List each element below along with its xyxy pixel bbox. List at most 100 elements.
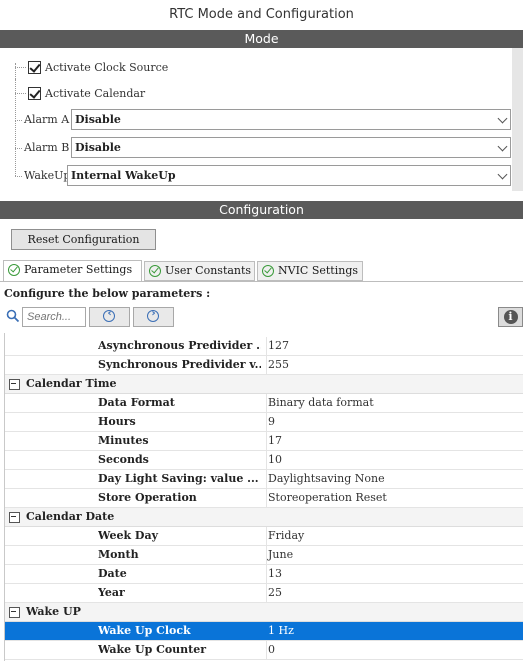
tree-line bbox=[15, 148, 16, 176]
param-value[interactable]: 127 bbox=[266, 337, 523, 355]
param-value[interactable]: 13 bbox=[266, 565, 523, 583]
reset-configuration-button[interactable]: Reset Configuration bbox=[11, 229, 156, 250]
param-value[interactable]: 0 bbox=[266, 641, 523, 659]
search-input[interactable] bbox=[22, 307, 86, 327]
table-row[interactable]: Year 25 bbox=[5, 584, 523, 603]
table-row[interactable]: Asynchronous Predivider ... 127 bbox=[5, 337, 523, 356]
collapse-icon[interactable] bbox=[9, 607, 20, 618]
table-row[interactable]: Data Format Binary data format bbox=[5, 394, 523, 413]
param-value[interactable]: 17 bbox=[266, 432, 523, 450]
tree-line bbox=[15, 63, 16, 79]
check-circle-icon bbox=[8, 264, 20, 276]
param-value[interactable]: Storeoperation Reset bbox=[266, 489, 523, 507]
alarm-a-select[interactable]: Disable bbox=[71, 109, 511, 130]
param-name: Wake Up Clock bbox=[98, 624, 191, 637]
tree-line bbox=[15, 120, 16, 148]
group-label: Calendar Time bbox=[26, 377, 117, 390]
param-value[interactable]: Binary data format bbox=[266, 394, 523, 412]
check-circle-icon bbox=[149, 265, 161, 277]
chevron-down-icon bbox=[497, 141, 508, 152]
table-row-selected[interactable]: Wake Up Clock 1 Hz bbox=[5, 622, 523, 641]
table-row[interactable]: Month June bbox=[5, 546, 523, 565]
tree-line bbox=[15, 67, 26, 68]
tab-label: NVIC Settings bbox=[278, 264, 359, 277]
param-name: Asynchronous Predivider ... bbox=[98, 339, 261, 352]
tab-user-constants[interactable]: User Constants bbox=[144, 261, 255, 281]
divider bbox=[0, 191, 523, 201]
param-value[interactable]: 25 bbox=[266, 584, 523, 602]
alarm-b-value: Disable bbox=[75, 141, 121, 154]
info-icon: i bbox=[503, 310, 518, 324]
alarm-b-select[interactable]: Disable bbox=[71, 137, 511, 158]
alarm-b-label: Alarm B bbox=[24, 141, 70, 154]
param-name: Minutes bbox=[98, 434, 149, 447]
param-name: Day Light Saving: value ... bbox=[98, 472, 259, 485]
alarm-a-label: Alarm A bbox=[24, 113, 70, 126]
param-value[interactable]: 9 bbox=[266, 413, 523, 431]
activate-clock-source-label: Activate Clock Source bbox=[45, 61, 169, 74]
mode-scrollbar[interactable] bbox=[512, 48, 523, 191]
configuration-section-header: Configuration bbox=[0, 201, 523, 219]
table-row[interactable]: Minutes 17 bbox=[5, 432, 523, 451]
tree-line bbox=[15, 93, 26, 94]
param-name: Wake Up Counter bbox=[98, 643, 207, 656]
param-name: Week Day bbox=[98, 529, 158, 542]
alarm-a-value: Disable bbox=[75, 113, 121, 126]
tree-line bbox=[15, 120, 22, 121]
group-calendar-time[interactable]: Calendar Time bbox=[5, 375, 523, 394]
tree-line bbox=[15, 148, 22, 149]
group-label: Wake UP bbox=[26, 605, 81, 618]
param-value[interactable]: 255 bbox=[266, 356, 523, 374]
param-name: Synchronous Predivider v... bbox=[98, 358, 261, 371]
next-match-button[interactable]: › bbox=[133, 307, 174, 327]
chevron-down-icon bbox=[497, 113, 508, 124]
tab-label: User Constants bbox=[165, 264, 252, 277]
window-title: RTC Mode and Configuration bbox=[0, 0, 523, 30]
table-row[interactable]: Date 13 bbox=[5, 565, 523, 584]
table-row[interactable]: Hours 9 bbox=[5, 413, 523, 432]
group-label: Calendar Date bbox=[26, 510, 115, 523]
param-name: Month bbox=[98, 548, 139, 561]
chevron-down-icon bbox=[497, 169, 508, 180]
collapse-icon[interactable] bbox=[9, 512, 20, 523]
activate-clock-source-checkbox[interactable] bbox=[28, 61, 41, 74]
tree-line bbox=[15, 93, 16, 119]
table-row[interactable]: Week Day Friday bbox=[5, 527, 523, 546]
param-name: Data Format bbox=[98, 396, 175, 409]
param-value[interactable]: Daylightsaving None bbox=[266, 470, 523, 488]
param-value[interactable]: 10 bbox=[266, 451, 523, 469]
group-wake-up[interactable]: Wake UP bbox=[5, 603, 523, 622]
param-value[interactable]: 1 Hz bbox=[266, 622, 523, 640]
tab-label: Parameter Settings bbox=[24, 263, 133, 276]
param-name: Year bbox=[98, 586, 125, 599]
arrow-right-circle-icon: › bbox=[146, 308, 159, 322]
search-icon bbox=[6, 309, 20, 323]
param-name: Seconds bbox=[98, 453, 149, 466]
tab-nvic-settings[interactable]: NVIC Settings bbox=[257, 261, 363, 281]
table-row[interactable]: Store Operation Storeoperation Reset bbox=[5, 489, 523, 508]
wakeup-select[interactable]: Internal WakeUp bbox=[67, 165, 511, 186]
table-row[interactable]: Seconds 10 bbox=[5, 451, 523, 470]
check-circle-icon bbox=[262, 265, 274, 277]
mode-panel: Activate Clock Source Activate Calendar … bbox=[0, 48, 512, 191]
parameter-grid: Asynchronous Predivider ... 127 Synchron… bbox=[4, 333, 523, 661]
collapse-icon[interactable] bbox=[9, 379, 20, 390]
wakeup-value: Internal WakeUp bbox=[71, 169, 176, 182]
param-value[interactable]: June bbox=[266, 546, 523, 564]
info-button[interactable]: i bbox=[498, 307, 523, 327]
mode-section-header: Mode bbox=[0, 30, 523, 48]
table-row[interactable]: Day Light Saving: value ... Daylightsavi… bbox=[5, 470, 523, 489]
activate-calendar-checkbox[interactable] bbox=[28, 87, 41, 100]
param-name: Store Operation bbox=[98, 491, 197, 504]
previous-match-button[interactable]: ‹ bbox=[89, 307, 130, 327]
wakeup-label: WakeUp bbox=[24, 169, 71, 182]
table-row[interactable]: Wake Up Counter 0 bbox=[5, 641, 523, 660]
arrow-left-circle-icon: ‹ bbox=[102, 308, 115, 322]
group-calendar-date[interactable]: Calendar Date bbox=[5, 508, 523, 527]
param-name: Date bbox=[98, 567, 127, 580]
param-value[interactable]: Friday bbox=[266, 527, 523, 545]
instructions-text: Configure the below parameters : bbox=[4, 287, 211, 300]
tab-parameter-settings[interactable]: Parameter Settings bbox=[3, 260, 142, 282]
activate-calendar-label: Activate Calendar bbox=[45, 87, 146, 100]
table-row[interactable]: Synchronous Predivider v... 255 bbox=[5, 356, 523, 375]
